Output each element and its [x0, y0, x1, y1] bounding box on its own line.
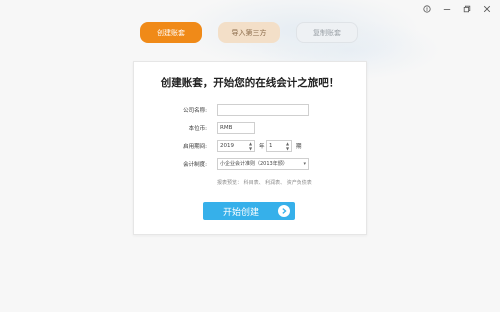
create-account-panel: 创建账套，开始您的在线会计之旅吧！ 公司名称: 本位币: RMB 启用期间: 2…	[133, 61, 367, 235]
page-title: 创建账套，开始您的在线会计之旅吧！	[160, 77, 340, 89]
currency-input[interactable]: RMB	[217, 122, 255, 134]
window-controls	[418, 3, 496, 15]
company-row: 公司名称:	[134, 104, 368, 117]
chevron-down-icon: ▾	[303, 161, 306, 167]
restore-icon[interactable]	[458, 3, 476, 15]
standard-value: 小企业会计准则（2013年颁）	[220, 161, 288, 167]
year-stepper-arrows-icon[interactable]: ▲ ▼	[248, 141, 253, 151]
period-label: 启用期间:	[183, 144, 207, 150]
currency-row: 本位币: RMB	[134, 122, 368, 135]
arrow-right-icon	[278, 205, 290, 217]
tab-import-third-party[interactable]: 导入第三方	[218, 22, 280, 43]
step-tabs: 创建账套 导入第三方 复制账套	[140, 22, 358, 43]
currency-label: 本位币:	[188, 126, 207, 132]
standard-label: 会计制度:	[183, 162, 207, 168]
company-label: 公司名称:	[183, 108, 207, 114]
month-stepper-arrows-icon[interactable]: ▲ ▼	[285, 141, 290, 151]
close-icon[interactable]	[478, 3, 496, 15]
year-stepper[interactable]: 2019 ▲ ▼	[217, 140, 255, 152]
tab-create-account[interactable]: 创建账套	[140, 22, 202, 43]
help-icon[interactable]	[418, 3, 436, 15]
tab-copy-account[interactable]: 复制账套	[296, 22, 358, 43]
year-value: 2019	[220, 143, 234, 149]
company-name-input[interactable]	[217, 104, 309, 116]
accounting-standard-select[interactable]: 小企业会计准则（2013年颁） ▾	[217, 158, 309, 170]
start-create-label: 开始创建	[223, 208, 260, 218]
standard-row: 会计制度: 小企业会计准则（2013年颁） ▾	[134, 158, 368, 171]
period-row: 启用期间: 2019 ▲ ▼ 年 1 ▲ ▼ 期	[134, 140, 368, 153]
month-stepper[interactable]: 1 ▲ ▼	[266, 140, 292, 152]
minimize-icon[interactable]	[438, 3, 456, 15]
month-value: 1	[269, 143, 273, 149]
month-unit: 期	[296, 144, 302, 150]
year-unit: 年	[259, 144, 265, 150]
report-preview-hint: 报表预览： 科目表、 利润表、 资产负债表	[217, 180, 312, 186]
start-create-button[interactable]: 开始创建	[203, 202, 295, 220]
